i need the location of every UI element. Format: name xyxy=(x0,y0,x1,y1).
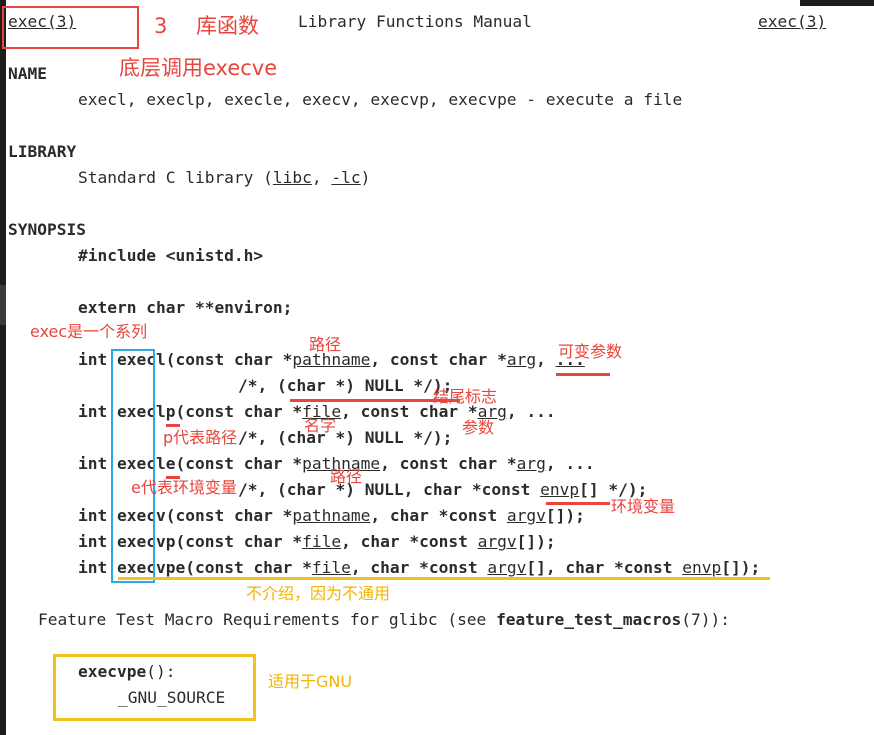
arg-argv: argv xyxy=(477,532,517,551)
feature-test-macros-link[interactable]: feature_test_macros xyxy=(496,610,681,629)
synopsis-execle-cont: /*, (char *) NULL, char *const envp[] */… xyxy=(238,480,648,499)
annotation-params: 参数 xyxy=(462,418,495,437)
arg-argv: argv xyxy=(506,506,546,525)
arg-arg: arg xyxy=(516,454,546,473)
section-heading-synopsis: SYNOPSIS xyxy=(8,220,86,239)
synopsis-execvpe: int execvpe(const char *file, char *cons… xyxy=(78,558,761,577)
extern-line: extern char **environ; xyxy=(78,298,293,317)
window-top-strip xyxy=(800,0,874,6)
annotation-p-meaning: p代表路径 xyxy=(163,428,238,447)
exec-series-box xyxy=(111,349,155,583)
annotation-end-marker: 结尾标志 xyxy=(433,387,498,406)
name-text: execl, execlp, execle, execv, execvp, ex… xyxy=(78,90,683,109)
library-text: Standard C library (libc, -lc) xyxy=(78,168,371,187)
annotation-path: 路径 xyxy=(309,335,342,354)
arg-argv: argv xyxy=(487,558,527,577)
annotation-series: exec是一个系列 xyxy=(30,322,148,341)
synopsis-execl-cont: /*, (char *) NULL */); xyxy=(238,376,453,395)
window-left-edge xyxy=(0,0,6,735)
annotation-lib-func: 库函数 xyxy=(196,14,259,38)
lc-link[interactable]: -lc xyxy=(331,168,360,187)
synopsis-execlp-cont: /*, (char *) NULL */); xyxy=(238,428,453,447)
include-line: #include <unistd.h> xyxy=(78,246,264,265)
annotation-path2: 路径 xyxy=(330,467,363,486)
header-right: exec(3) xyxy=(758,12,826,32)
header-annotation-box xyxy=(2,6,139,49)
arg-envp: envp xyxy=(540,480,580,499)
envp-underline xyxy=(546,502,610,505)
section-heading-name: NAME xyxy=(8,64,47,83)
gnu-source-box xyxy=(53,654,256,721)
annotation-not-general: 不介绍，因为不通用 xyxy=(246,584,391,603)
annotation-env-var: 环境变量 xyxy=(611,497,676,516)
annotation-uses-execve: 底层调用execve xyxy=(119,56,278,80)
arg-envp: envp xyxy=(682,558,722,577)
arg-pathname: pathname xyxy=(292,506,371,525)
annotation-name: 名字 xyxy=(304,416,337,435)
header-center: Library Functions Manual xyxy=(298,12,532,31)
annotation-for-gnu: 适用于GNU xyxy=(268,672,353,691)
feature-test-line: Feature Test Macro Requirements for glib… xyxy=(38,610,730,629)
annotation-variadic: 可变参数 xyxy=(558,342,623,361)
annotation-e-meaning: e代表环境变量 xyxy=(131,478,237,497)
header-right-link[interactable]: exec(3) xyxy=(758,12,826,31)
arg-file: file xyxy=(302,532,342,551)
arg-file: file xyxy=(311,558,351,577)
section-heading-library: LIBRARY xyxy=(8,142,77,161)
annotation-number: 3 xyxy=(154,14,168,38)
dots-underline xyxy=(556,373,610,376)
p-underline xyxy=(166,424,180,427)
arg-arg: arg xyxy=(506,350,537,369)
execvpe-underline xyxy=(118,577,770,580)
window-edge-handle xyxy=(0,285,6,325)
libc-link[interactable]: libc xyxy=(273,168,312,187)
